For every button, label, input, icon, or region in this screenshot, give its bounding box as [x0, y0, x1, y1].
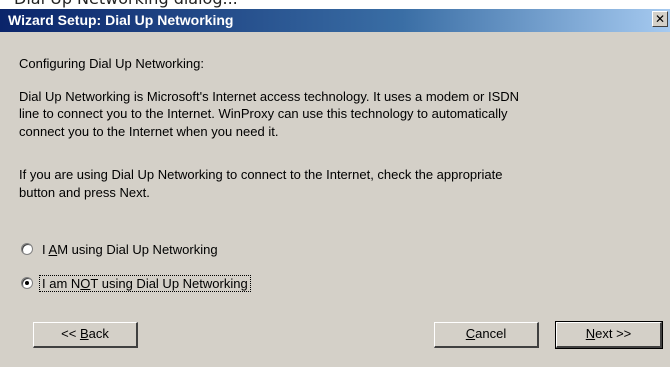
window-title: Wizard Setup: Dial Up Networking — [8, 12, 234, 28]
close-icon: ✕ — [654, 12, 666, 26]
description-line-3: connect you to the Internet when you nee… — [19, 124, 279, 139]
description-line-1: Dial Up Networking is Microsoft's Intern… — [19, 89, 520, 104]
radio-using-dun[interactable] — [21, 243, 33, 255]
option-not-using-dun-label[interactable]: I am NOT using Dial Up Networking — [39, 274, 251, 292]
instruction-line-1: If you are using Dial Up Networking to c… — [19, 167, 503, 182]
back-button[interactable]: << Back — [33, 322, 138, 348]
option-not-using-dun[interactable]: I am NOT using Dial Up Networking — [21, 274, 251, 292]
caption-fragment-text: Dial Up Networking dialog... — [14, 0, 238, 8]
section-heading: Configuring Dial Up Networking: — [19, 56, 204, 71]
radio-not-using-dun[interactable] — [21, 277, 33, 289]
caption-fragment: Dial Up Networking dialog... — [0, 0, 670, 9]
description-line-2: line to connect you to the Internet. Win… — [19, 106, 508, 121]
instruction-line-2: button and press Next. — [19, 185, 150, 200]
option-using-dun-label[interactable]: I AM using Dial Up Networking — [40, 242, 220, 257]
next-button[interactable]: Next >> — [555, 321, 663, 349]
wizard-dialog: Wizard Setup: Dial Up Networking ✕ Confi… — [0, 9, 670, 367]
option-using-dun[interactable]: I AM using Dial Up Networking — [21, 240, 220, 258]
close-button[interactable]: ✕ — [652, 11, 668, 27]
title-bar: Wizard Setup: Dial Up Networking ✕ — [0, 9, 670, 32]
cancel-button[interactable]: Cancel — [434, 322, 539, 348]
